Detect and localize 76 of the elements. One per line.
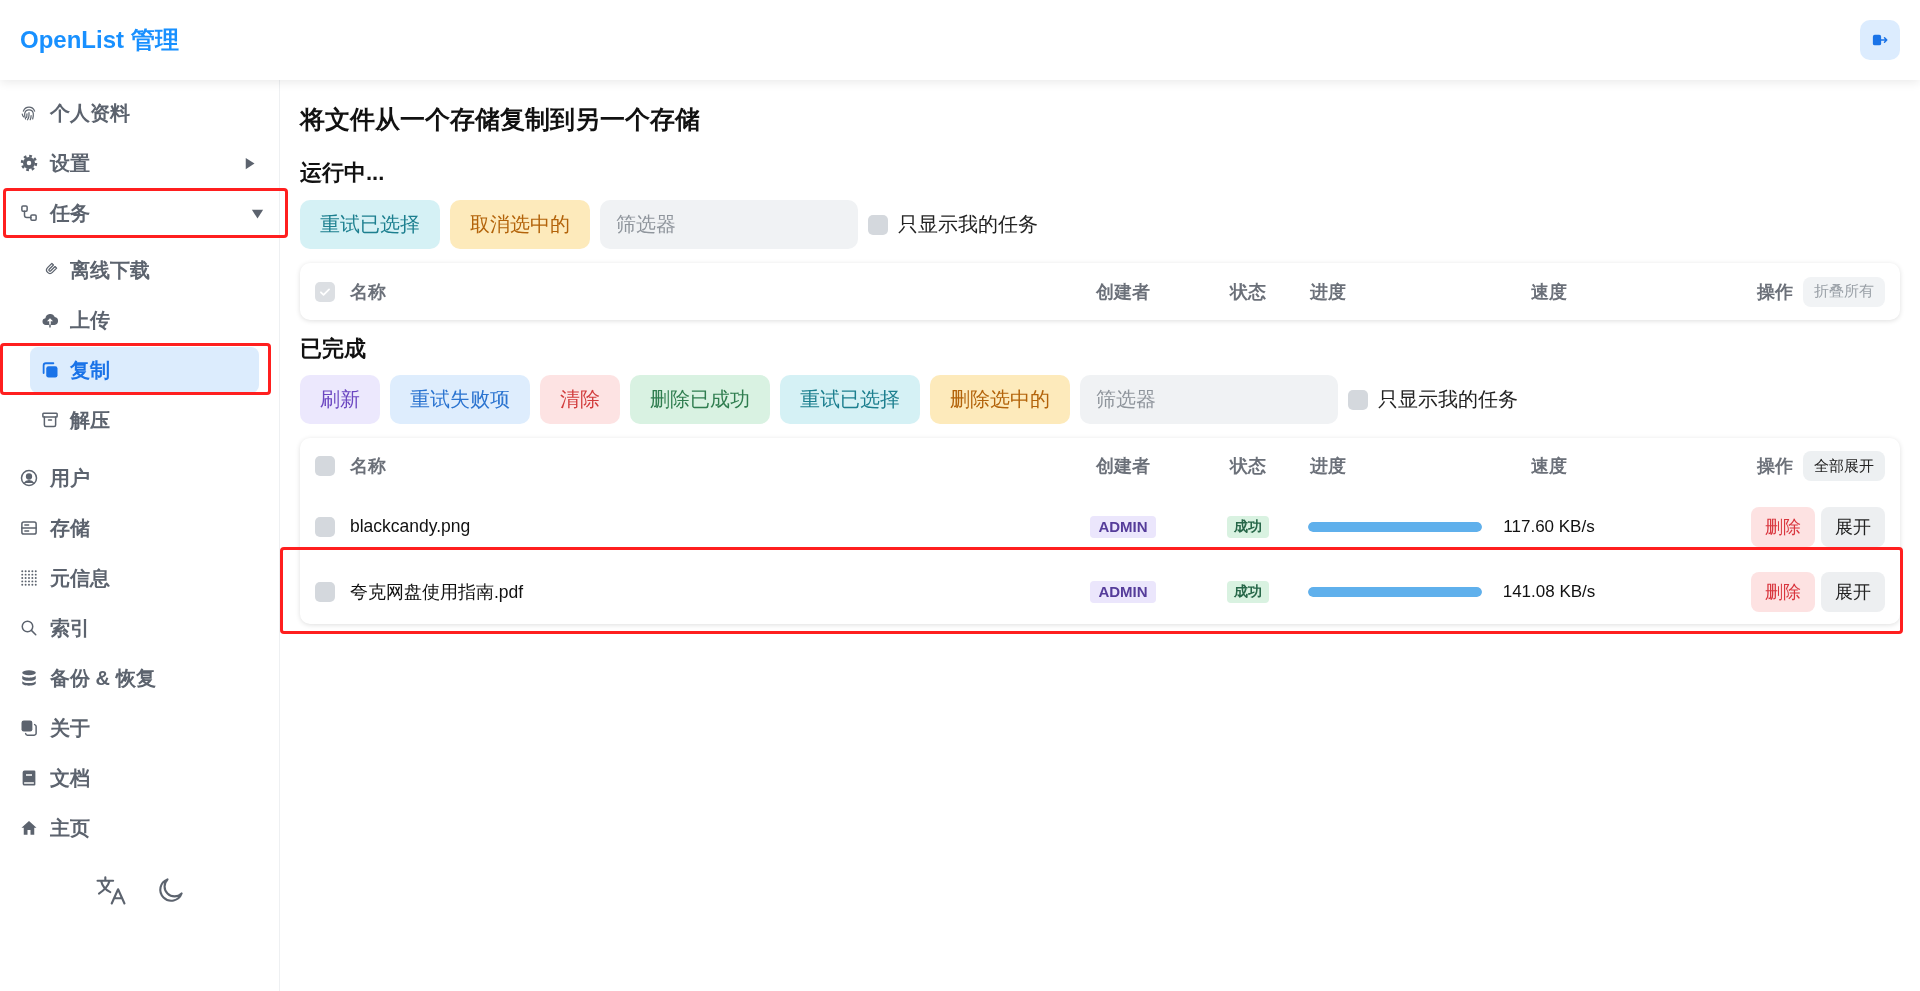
- creator-badge: ADMIN: [1090, 515, 1156, 538]
- checkbox[interactable]: [868, 214, 888, 235]
- search-icon: [20, 619, 38, 637]
- sidebar-item[interactable]: 离线下载: [30, 247, 259, 293]
- speed-text: 117.60 KB/s: [1503, 516, 1595, 537]
- column-header: 速度: [1531, 455, 1567, 478]
- fingerprint-icon: [20, 104, 38, 122]
- status-badge: 成功: [1227, 515, 1269, 538]
- filter-field[interactable]: 筛选器: [1080, 375, 1338, 424]
- sidebar-item[interactable]: 任务: [6, 191, 278, 235]
- column-header: 名称: [350, 455, 387, 478]
- file-name: 夸克网盘使用指南.pdf: [350, 580, 525, 604]
- sidebar-item[interactable]: 关于: [6, 706, 279, 750]
- column-header: 操作: [1757, 455, 1793, 478]
- nodes-icon: [20, 204, 38, 222]
- action-button[interactable]: 重试已选择: [300, 200, 440, 249]
- section-heading: 已完成: [300, 335, 367, 363]
- checkbox[interactable]: [315, 581, 335, 602]
- server-icon: [20, 519, 38, 537]
- speed-text: 141.08 KB/s: [1502, 581, 1596, 602]
- column-header: 速度: [1531, 280, 1567, 304]
- checkbox[interactable]: [315, 456, 335, 476]
- sidebar-item[interactable]: 备份 & 恢复: [6, 656, 279, 700]
- creator-badge: ADMIN: [1090, 580, 1156, 603]
- column-header: 名称: [350, 280, 387, 304]
- overlapping-squares-icon: [20, 719, 38, 737]
- checkbox[interactable]: [315, 516, 335, 537]
- page-title: 将文件从一个存储复制到另一个存储: [300, 104, 701, 134]
- logout-button[interactable]: [1860, 20, 1900, 60]
- home-icon: [20, 819, 38, 837]
- sidebar-item[interactable]: 文档: [6, 756, 279, 800]
- column-header: 进度: [1309, 280, 1347, 304]
- sidebar-item[interactable]: 索引: [6, 606, 279, 650]
- action-button[interactable]: 重试已选择: [780, 375, 920, 424]
- database-icon: [20, 669, 38, 687]
- table-header-button[interactable]: 全部展开: [1803, 451, 1885, 481]
- action-button[interactable]: 重试失败项: [390, 375, 530, 424]
- dot-grid-icon: [20, 569, 38, 587]
- checkbox-label: 只显示我的任务: [1378, 387, 1518, 412]
- action-button[interactable]: 删除选中的: [930, 375, 1070, 424]
- action-button[interactable]: 删除已成功: [630, 375, 770, 424]
- sidebar-item[interactable]: 上传: [30, 297, 259, 343]
- action-button[interactable]: 清除: [540, 375, 620, 424]
- copy-icon: [41, 361, 59, 379]
- section-heading: 运行中...: [300, 159, 386, 187]
- filter-field[interactable]: 筛选器: [600, 200, 858, 249]
- sidebar-item[interactable]: 个人资料: [6, 91, 279, 135]
- checkbox[interactable]: [1348, 389, 1368, 410]
- expand-button[interactable]: 展开: [1821, 506, 1885, 547]
- column-header: 状态: [1230, 455, 1266, 478]
- sidebar-item[interactable]: 解压: [30, 397, 259, 443]
- delete-button[interactable]: 删除: [1751, 506, 1815, 547]
- sidebar-item[interactable]: 复制: [30, 347, 259, 393]
- archive-icon: [41, 411, 59, 429]
- cloud-upload-icon: [41, 311, 59, 329]
- sidebar-item[interactable]: 存储: [6, 506, 279, 550]
- expand-button[interactable]: 展开: [1821, 571, 1885, 612]
- column-header: 创建者: [1096, 280, 1150, 304]
- column-header: 操作: [1757, 280, 1793, 304]
- action-button[interactable]: 取消选中的: [450, 200, 590, 249]
- status-badge: 成功: [1227, 580, 1269, 603]
- app-title: OpenList 管理: [20, 25, 179, 55]
- delete-button[interactable]: 删除: [1751, 571, 1815, 612]
- column-header: 创建者: [1096, 455, 1150, 478]
- sidebar-item[interactable]: 设置: [6, 141, 279, 185]
- user-circle-icon: [20, 469, 38, 487]
- gear-icon: [20, 154, 38, 172]
- sidebar-item[interactable]: 用户: [6, 456, 279, 500]
- column-header: 状态: [1230, 280, 1266, 304]
- sidebar-item[interactable]: 元信息: [6, 556, 279, 600]
- file-name: blackcandy.png: [350, 516, 472, 537]
- sidebar-item[interactable]: 主页: [6, 806, 279, 850]
- column-header: 进度: [1309, 455, 1347, 478]
- action-button[interactable]: 刷新: [300, 375, 380, 424]
- book-icon: [20, 769, 38, 787]
- checkbox-label: 只显示我的任务: [898, 212, 1038, 237]
